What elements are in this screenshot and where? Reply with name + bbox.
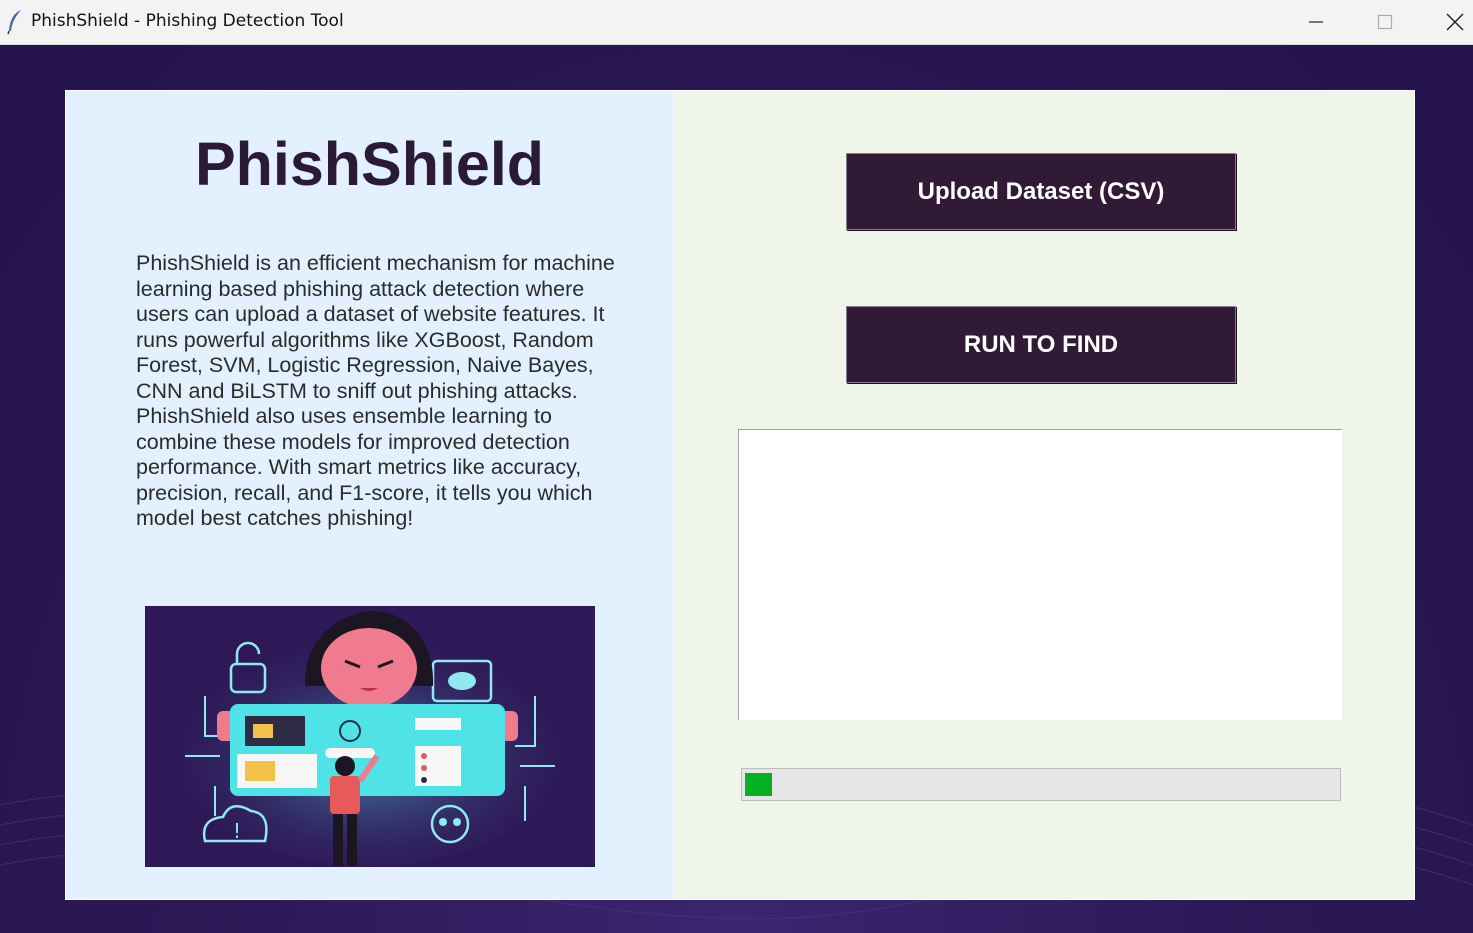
close-icon xyxy=(1446,13,1464,31)
info-panel: PhishShield PhishShield is an efficient … xyxy=(66,91,673,899)
window-title: PhishShield - Phishing Detection Tool xyxy=(31,11,344,31)
hacker-illustration: ! xyxy=(145,606,595,867)
minimize-button[interactable] xyxy=(1281,0,1351,44)
feather-icon xyxy=(7,10,21,35)
title-bar: PhishShield - Phishing Detection Tool xyxy=(0,0,1473,45)
minimize-icon xyxy=(1309,21,1323,23)
main-card: PhishShield PhishShield is an efficient … xyxy=(65,90,1415,900)
progress-bar-fill xyxy=(745,773,772,796)
close-button[interactable] xyxy=(1420,0,1473,44)
hacker-illustration-art: ! xyxy=(170,611,570,866)
app-heading: PhishShield xyxy=(194,130,545,198)
maximize-icon xyxy=(1377,14,1393,30)
run-to-find-button[interactable]: RUN TO FIND xyxy=(846,306,1236,383)
upload-dataset-button[interactable]: Upload Dataset (CSV) xyxy=(846,153,1236,230)
svg-text:!: ! xyxy=(233,819,241,843)
app-description: PhishShield is an efficient mechanism fo… xyxy=(136,251,615,530)
results-output-box[interactable] xyxy=(738,429,1342,720)
action-panel: Upload Dataset (CSV) RUN TO FIND xyxy=(673,91,1414,899)
progress-bar xyxy=(741,768,1341,801)
maximize-button[interactable] xyxy=(1350,0,1420,44)
